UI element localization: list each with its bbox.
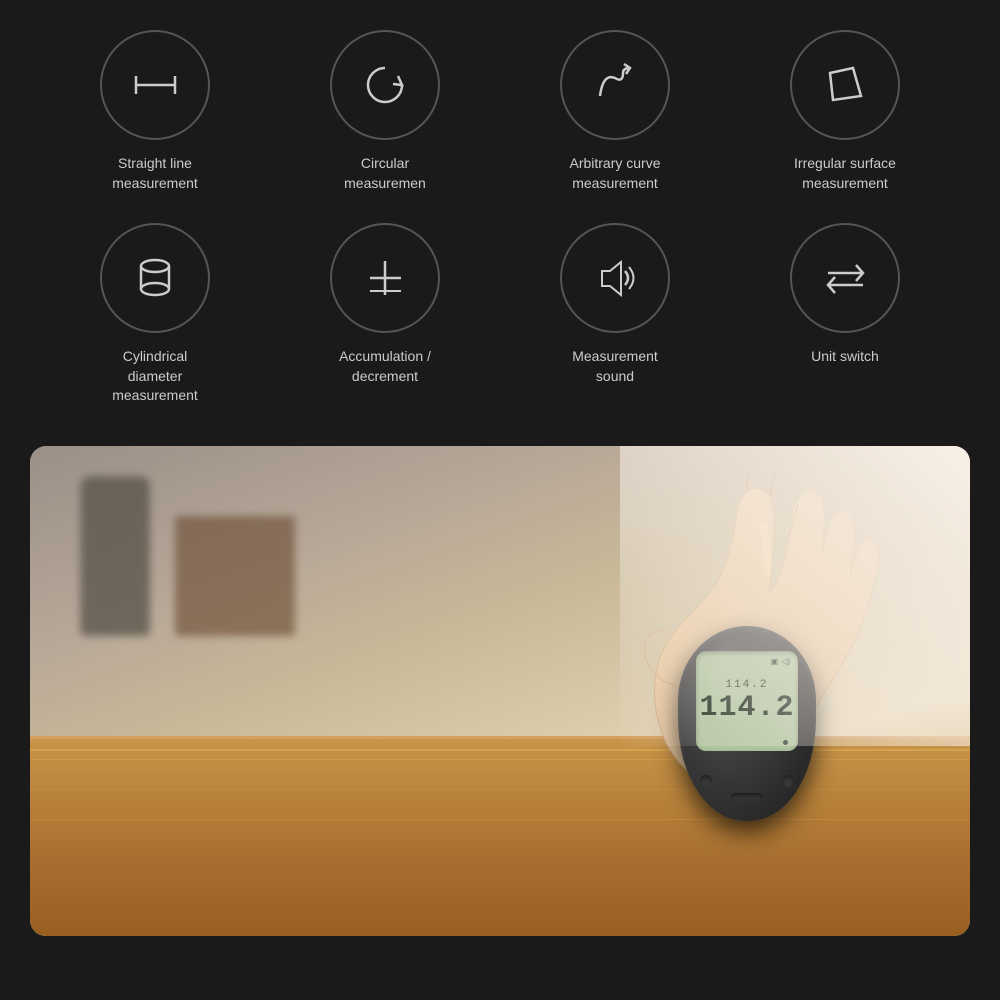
feature-circle-unit-switch	[790, 223, 900, 333]
feature-cylindrical: Cylindricaldiametermeasurement	[40, 223, 270, 406]
features-grid-row2: Cylindricaldiametermeasurement Accumulat…	[40, 223, 960, 406]
feature-circle-accumulation	[330, 223, 440, 333]
wood-grain-3	[30, 819, 970, 820]
feature-circular: Circularmeasuremen	[270, 30, 500, 193]
feature-label-unit-switch: Unit switch	[811, 347, 879, 367]
feature-sound: Measurementsound	[500, 223, 730, 406]
feature-label-straight-line: Straight linemeasurement	[112, 154, 198, 193]
accumulation-icon	[358, 251, 413, 306]
device-photo: ▣ ◁) 114.2 114.2	[30, 446, 970, 936]
device-right-sensor	[782, 775, 794, 787]
arbitrary-curve-icon	[588, 58, 643, 113]
feature-label-sound: Measurementsound	[572, 347, 658, 386]
features-grid-row1: Straight linemeasurement Circularmeasure…	[40, 30, 960, 193]
device-left-sensor	[700, 775, 712, 787]
bg-light-area	[620, 446, 970, 746]
irregular-surface-icon	[818, 58, 873, 113]
feature-label-accumulation: Accumulation /decrement	[339, 347, 431, 386]
unit-switch-icon	[818, 251, 873, 306]
feature-irregular-surface: Irregular surfacemeasurement	[730, 30, 960, 193]
feature-circle-irregular-surface	[790, 30, 900, 140]
feature-unit-switch: Unit switch	[730, 223, 960, 406]
feature-label-cylindrical: Cylindricaldiametermeasurement	[112, 347, 198, 406]
feature-accumulation: Accumulation /decrement	[270, 223, 500, 406]
feature-arbitrary-curve: Arbitrary curvemeasurement	[500, 30, 730, 193]
device-main-button	[731, 793, 763, 801]
feature-label-irregular-surface: Irregular surfacemeasurement	[794, 154, 896, 193]
feature-circle-circular	[330, 30, 440, 140]
cylindrical-icon	[128, 251, 183, 306]
feature-circle-cylindrical	[100, 223, 210, 333]
background-glass	[80, 476, 150, 636]
sound-icon	[588, 251, 643, 306]
background-box	[175, 516, 295, 636]
straight-line-icon	[128, 58, 183, 113]
feature-label-circular: Circularmeasuremen	[344, 154, 426, 193]
feature-label-arbitrary-curve: Arbitrary curvemeasurement	[569, 154, 660, 193]
features-section: Straight linemeasurement Circularmeasure…	[0, 0, 1000, 436]
feature-straight-line: Straight linemeasurement	[40, 30, 270, 193]
scene-background: ▣ ◁) 114.2 114.2	[30, 446, 970, 936]
feature-circle-straight-line	[100, 30, 210, 140]
feature-circle-sound	[560, 223, 670, 333]
circular-icon	[358, 58, 413, 113]
device-photo-section: ▣ ◁) 114.2 114.2	[30, 446, 970, 936]
feature-circle-arbitrary-curve	[560, 30, 670, 140]
